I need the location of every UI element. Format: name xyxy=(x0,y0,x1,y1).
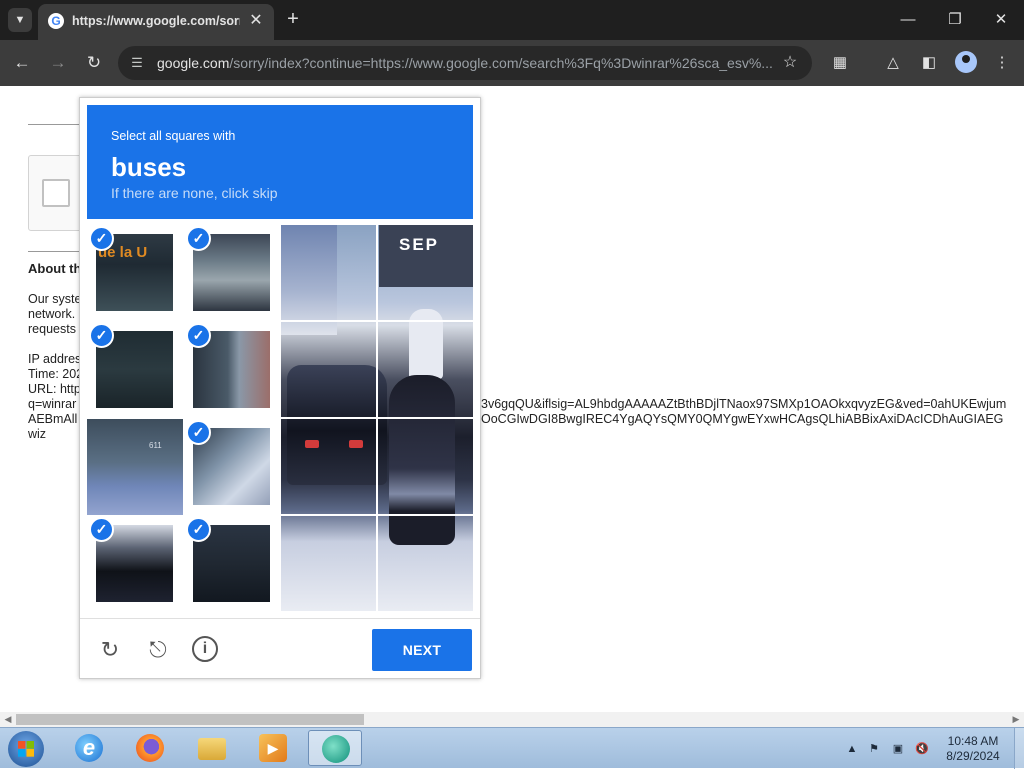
url-text[interactable]: google.com/sorry/index?continue=https://… xyxy=(157,55,777,71)
captcha-tile-grid: ue la U ✓ ✓ ✓ ✓ 611 ✓ ✓ ✓ xyxy=(87,225,281,611)
profile-icon[interactable] xyxy=(955,51,977,73)
next-button[interactable]: NEXT xyxy=(372,629,472,671)
forward-icon[interactable]: → xyxy=(45,50,71,76)
clock-time: 10:48 AM xyxy=(947,734,999,748)
scrollbar-thumb[interactable] xyxy=(16,714,364,725)
divider xyxy=(28,251,80,252)
captcha-tile[interactable] xyxy=(281,514,377,611)
taskbar: e ▶ ▲ ⚑ ▣ 🔇 10:48 AM 8/29/2024 xyxy=(0,727,1024,769)
captcha-tile[interactable] xyxy=(281,225,377,321)
url-path: /sorry/index?continue=https://www.google… xyxy=(229,55,773,71)
url-line: AEBmAll xyxy=(28,412,78,426)
check-icon: ✓ xyxy=(186,226,211,251)
internet-explorer-icon[interactable]: e xyxy=(62,730,116,766)
body-line: Our syste xyxy=(28,292,82,306)
back-icon[interactable]: ← xyxy=(9,50,35,76)
about-heading: About th xyxy=(28,261,82,276)
url-tail-line: OoCGIwDGI8BwgIREC4YgAQYsQMY0QMYgwEYxwHCA… xyxy=(481,412,1004,426)
captcha-tile[interactable]: ✓ xyxy=(87,322,184,419)
site-info-icon[interactable]: ☰ xyxy=(128,54,146,72)
plus-icon[interactable]: + xyxy=(282,8,304,30)
check-icon: ✓ xyxy=(186,420,211,445)
street-scene-grid: SEP xyxy=(281,225,473,611)
reload-icon[interactable]: ↻ xyxy=(96,636,124,664)
side-panel-icon[interactable]: ◧ xyxy=(917,51,941,75)
audio-icon[interactable]: ⎋ xyxy=(144,636,172,664)
firefox-icon[interactable] xyxy=(123,730,177,766)
url-label: URL: http xyxy=(28,382,81,396)
check-icon: ✓ xyxy=(186,323,211,348)
flag-icon[interactable]: ⚑ xyxy=(866,742,882,756)
horizontal-scrollbar[interactable]: ◀ ▶ xyxy=(0,712,1024,727)
captcha-tile[interactable]: ue la U ✓ xyxy=(87,225,184,322)
browser-tab[interactable]: G https://www.google.com/sorry/index? ✕ xyxy=(38,4,274,40)
captcha-tile[interactable] xyxy=(281,321,377,417)
minimize-icon[interactable]: — xyxy=(890,6,926,34)
info-icon[interactable]: i xyxy=(192,636,218,662)
file-explorer-icon[interactable] xyxy=(185,730,239,766)
body-line: requests xyxy=(28,322,76,336)
captcha-tile[interactable]: ✓ xyxy=(184,419,281,516)
address-bar[interactable]: ☰ google.com/sorry/index?continue=https:… xyxy=(118,46,812,80)
captcha-dialog: Select all squares with buses If there a… xyxy=(79,97,481,679)
skip-hint: If there are none, click skip xyxy=(111,185,278,201)
captcha-tile[interactable] xyxy=(281,417,377,513)
system-clock[interactable]: 10:48 AM 8/29/2024 xyxy=(940,734,1006,764)
captcha-tile[interactable] xyxy=(377,417,473,513)
url-tail-line: 3v6gqQU&iflsig=AL9hbdgAAAAAZtBthBDjlTNao… xyxy=(481,397,1007,411)
captcha-tile[interactable]: ✓ xyxy=(184,225,281,322)
url-host: google.com xyxy=(157,55,230,71)
instruction-text: Select all squares with xyxy=(111,129,236,143)
captcha-tile[interactable] xyxy=(377,321,473,417)
wiz-label: wiz xyxy=(28,427,47,441)
menu-icon[interactable]: ⋮ xyxy=(990,51,1014,75)
google-favicon: G xyxy=(48,13,64,29)
extensions-icon[interactable]: ▦ xyxy=(828,51,852,75)
windows-logo-icon xyxy=(18,741,34,757)
network-icon[interactable]: ▣ xyxy=(890,742,906,756)
tile-image: 611 xyxy=(87,419,183,515)
star-icon[interactable]: ☆ xyxy=(780,53,800,73)
captcha-tile[interactable]: ✓ xyxy=(87,516,184,613)
browser-toolbar: ← → ↻ ☰ google.com/sorry/index?continue=… xyxy=(0,40,1024,86)
app-icon[interactable] xyxy=(308,730,362,766)
time-label: Time: 202 xyxy=(28,367,84,381)
labs-icon[interactable]: △ xyxy=(881,51,905,75)
target-object: buses xyxy=(111,152,187,182)
check-icon: ✓ xyxy=(89,226,114,251)
body-line: network. xyxy=(28,307,76,321)
scroll-left-icon[interactable]: ◀ xyxy=(1,712,15,727)
reload-icon[interactable]: ↻ xyxy=(81,50,107,76)
show-hidden-icons[interactable]: ▲ xyxy=(844,742,860,756)
scroll-right-icon[interactable]: ▶ xyxy=(1009,712,1023,727)
tab-bar: ▼ G https://www.google.com/sorry/index? … xyxy=(0,0,1024,40)
check-icon: ✓ xyxy=(186,517,211,542)
captcha-tile[interactable]: ✓ xyxy=(184,516,281,613)
media-player-icon[interactable]: ▶ xyxy=(246,730,300,766)
check-icon: ✓ xyxy=(89,323,114,348)
tab-search-icon[interactable]: ▼ xyxy=(8,8,32,32)
query-label: q=winrar xyxy=(28,397,77,411)
show-desktop-button[interactable] xyxy=(1014,728,1024,769)
recaptcha-checkbox[interactable] xyxy=(42,179,70,207)
start-button[interactable] xyxy=(8,731,44,767)
clock-date: 8/29/2024 xyxy=(946,749,1000,763)
close-icon[interactable]: ✕ xyxy=(246,11,266,31)
tab-title: https://www.google.com/sorry/index? xyxy=(72,14,240,28)
captcha-tile[interactable] xyxy=(377,225,473,321)
captcha-tile[interactable]: ✓ xyxy=(184,322,281,419)
volume-muted-icon[interactable]: 🔇 xyxy=(914,742,930,756)
divider xyxy=(28,124,80,125)
check-icon: ✓ xyxy=(89,517,114,542)
maximize-icon[interactable]: ❐ xyxy=(937,6,973,34)
captcha-tile[interactable] xyxy=(377,514,473,611)
ip-label: IP addres xyxy=(28,352,82,366)
close-window-icon[interactable]: ✕ xyxy=(983,6,1019,34)
captcha-tile[interactable]: 611 xyxy=(87,419,184,516)
captcha-header: Select all squares with buses If there a… xyxy=(87,105,473,219)
bus-number-text: 611 xyxy=(149,441,162,450)
captcha-footer: ↻ ⎋ i NEXT xyxy=(80,618,480,678)
